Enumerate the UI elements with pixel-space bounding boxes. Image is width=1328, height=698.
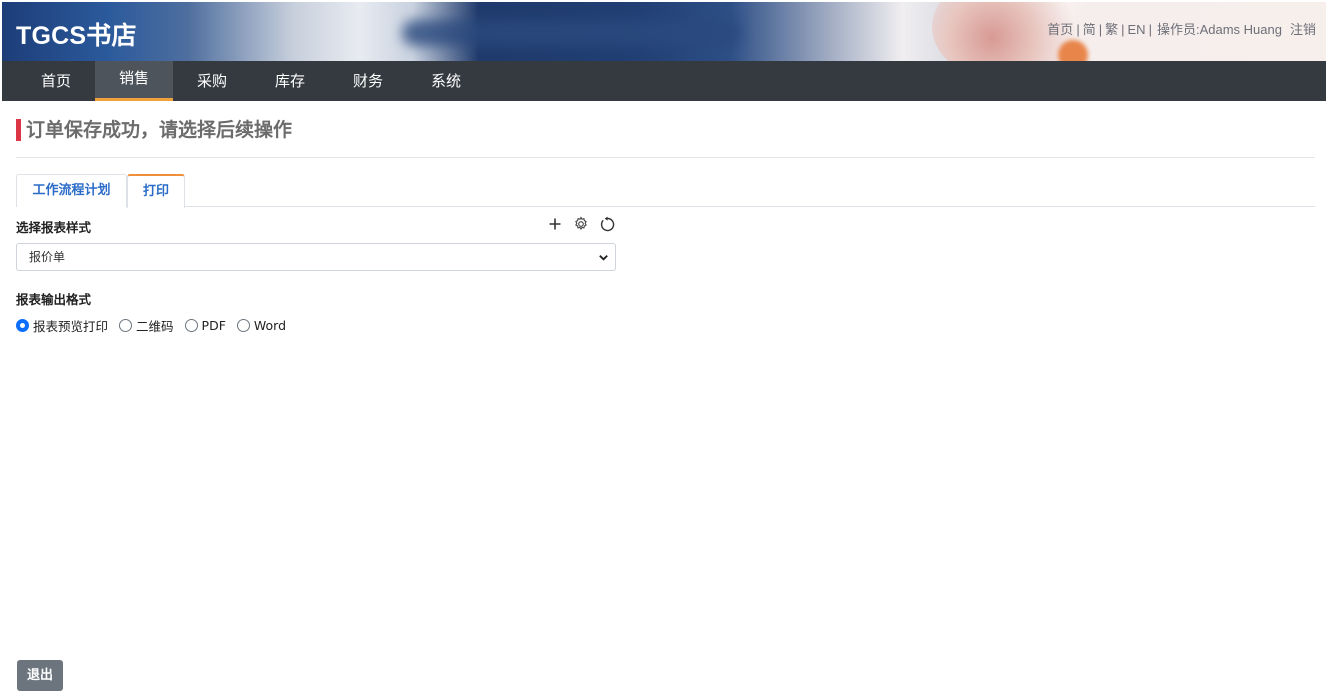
report-style-select[interactable]: 报价单 xyxy=(16,243,616,271)
output-format-label: 报表输出格式 xyxy=(16,292,92,307)
gear-icon[interactable] xyxy=(571,214,591,234)
radio-label: PDF xyxy=(201,318,226,333)
divider xyxy=(16,157,1315,158)
main-nav: 首页 销售 采购 库存 财务 系统 xyxy=(2,61,1326,101)
radio-dot[interactable] xyxy=(119,319,133,332)
plus-icon[interactable] xyxy=(545,214,565,234)
chevron-down-icon xyxy=(599,255,608,261)
banner-decoration xyxy=(1058,40,1088,61)
radio-label: Word xyxy=(253,318,287,333)
nav-item-label: 财务 xyxy=(352,72,383,90)
refresh-icon[interactable] xyxy=(597,214,617,234)
radio-report-preview[interactable]: 报表预览打印 xyxy=(16,316,108,335)
top-links: 首页 | 简 | 繁 | EN | 操作员:Adams Huang 注销 xyxy=(1047,19,1316,38)
radio-dot[interactable] xyxy=(236,319,250,332)
nav-item-label: 采购 xyxy=(196,72,227,90)
radio-label: 报表预览打印 xyxy=(33,319,109,334)
separator: | xyxy=(1098,22,1103,37)
nav-item-inventory[interactable]: 库存 xyxy=(251,61,329,101)
lang-traditional-link[interactable]: 繁 xyxy=(1105,22,1118,37)
output-format-group: 报表预览打印 二维码 PDF Word xyxy=(16,316,297,335)
report-style-label: 选择报表样式 xyxy=(16,220,92,235)
lang-simplified-link[interactable]: 简 xyxy=(1083,22,1096,37)
radio-dot[interactable] xyxy=(184,319,198,332)
nav-item-label: 首页 xyxy=(40,72,71,90)
radio-label: 二维码 xyxy=(136,319,174,334)
nav-item-label: 库存 xyxy=(274,72,305,90)
tab-bar: 工作流程计划 打印 xyxy=(16,174,1315,208)
nav-item-label: 系统 xyxy=(430,72,461,90)
lang-english-link[interactable]: EN xyxy=(1128,22,1146,37)
home-link[interactable]: 首页 xyxy=(1047,22,1073,37)
brand-logo-text: TGCS书店 xyxy=(16,22,137,50)
nav-item-system[interactable]: 系统 xyxy=(407,61,485,101)
radio-word[interactable]: Word xyxy=(236,318,287,333)
report-style-actions xyxy=(545,214,617,234)
banner-decoration xyxy=(402,20,742,46)
nav-item-label: 销售 xyxy=(118,69,149,87)
nav-item-finance[interactable]: 财务 xyxy=(329,61,407,101)
separator: | xyxy=(1121,22,1125,37)
separator: | xyxy=(1076,22,1080,37)
nav-item-purchase[interactable]: 采购 xyxy=(173,61,251,101)
exit-button[interactable]: 退出 xyxy=(17,660,63,691)
operator-label: 操作员: xyxy=(1156,22,1200,37)
header-banner: TGCS书店 首页 | 简 | 繁 | EN | 操作员:Adams Huang 注销 xyxy=(2,2,1326,61)
page-title: 订单保存成功，请选择后续操作 xyxy=(16,119,292,141)
report-style-value: 报价单 xyxy=(29,250,66,264)
radio-pdf[interactable]: PDF xyxy=(184,318,226,333)
tab-print[interactable]: 打印 xyxy=(127,174,185,208)
nav-item-home[interactable]: 首页 xyxy=(17,61,95,101)
separator: | xyxy=(1148,22,1152,37)
logout-link[interactable]: 注销 xyxy=(1290,22,1316,37)
operator-name: Adams Huang xyxy=(1199,22,1282,37)
nav-item-sales[interactable]: 销售 xyxy=(95,61,173,101)
radio-qrcode[interactable]: 二维码 xyxy=(119,316,174,335)
tab-workflow-plan[interactable]: 工作流程计划 xyxy=(16,174,127,207)
radio-dot[interactable] xyxy=(16,319,29,332)
